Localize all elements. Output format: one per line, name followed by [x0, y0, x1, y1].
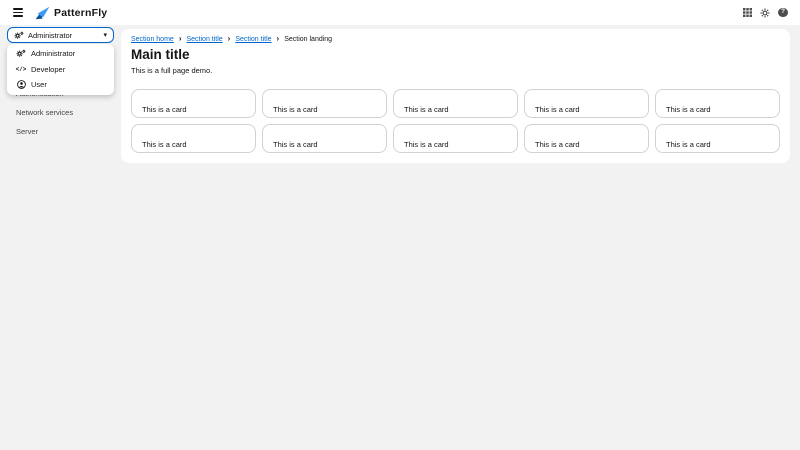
- cogs-icon: [14, 31, 24, 40]
- masthead: PatternFly ?: [0, 0, 800, 25]
- user-icon: [16, 80, 26, 90]
- settings-gear-icon[interactable]: [759, 7, 771, 19]
- brand-name: PatternFly: [54, 6, 108, 19]
- card: This is a card: [262, 124, 387, 153]
- card-title: This is a card: [666, 139, 711, 149]
- menu-item-label: User: [31, 80, 47, 90]
- card-title: This is a card: [404, 104, 449, 114]
- main-content: Section home › Section title › Section t…: [121, 29, 790, 163]
- card: This is a card: [524, 89, 649, 118]
- grid-glyph: [742, 8, 752, 17]
- nav-toggle-button[interactable]: [11, 6, 25, 20]
- card: This is a card: [655, 124, 780, 153]
- app-root: PatternFly ? Authentication: [0, 0, 800, 450]
- gear-glyph: [760, 8, 770, 17]
- breadcrumb-link-section-title-2[interactable]: Section title: [235, 36, 271, 43]
- cogs-icon: [16, 49, 26, 58]
- card-grid: This is a card This is a card This is a …: [131, 89, 780, 153]
- menu-item-developer[interactable]: </> Developer: [7, 62, 114, 78]
- hamburger-icon: [13, 8, 23, 17]
- menu-item-user[interactable]: User: [7, 77, 114, 93]
- card: This is a card: [393, 124, 518, 153]
- card-title: This is a card: [535, 139, 580, 149]
- page-title: Main title: [131, 47, 190, 62]
- card-title: This is a card: [142, 104, 187, 114]
- card: This is a card: [524, 124, 649, 153]
- caret-down-icon: ▾: [103, 31, 107, 39]
- code-icon: </>: [15, 65, 27, 73]
- card: This is a card: [655, 89, 780, 118]
- breadcrumb-link-section-home[interactable]: Section home: [131, 36, 174, 43]
- breadcrumb-separator-icon: ›: [276, 34, 280, 43]
- card-title: This is a card: [142, 139, 187, 149]
- apps-grid-icon[interactable]: [741, 7, 753, 19]
- card-title: This is a card: [273, 104, 318, 114]
- context-selector-menu: Administrator </> Developer User: [7, 44, 114, 95]
- breadcrumb-link-section-title-1[interactable]: Section title: [186, 36, 222, 43]
- breadcrumb-separator-icon: ›: [227, 34, 231, 43]
- card-title: This is a card: [535, 104, 580, 114]
- breadcrumb-separator-icon: ›: [178, 34, 182, 43]
- card-title: This is a card: [666, 104, 711, 114]
- context-selector-value: Administrator: [28, 30, 73, 40]
- breadcrumb-current: Section landing: [284, 35, 333, 43]
- menu-item-label: Developer: [31, 64, 66, 74]
- card: This is a card: [393, 89, 518, 118]
- context-selector-toggle[interactable]: Administrator ▾: [7, 27, 114, 43]
- menu-item-administrator[interactable]: Administrator: [7, 46, 114, 62]
- brand: PatternFly: [35, 6, 107, 20]
- menu-item-label: Administrator: [31, 49, 76, 59]
- patternfly-logo-icon: [35, 6, 50, 19]
- card-title: This is a card: [273, 139, 318, 149]
- question-mark: ?: [781, 8, 785, 16]
- card: This is a card: [262, 89, 387, 118]
- card: This is a card: [131, 89, 256, 118]
- question-circle-glyph: ?: [778, 7, 788, 18]
- card: This is a card: [131, 124, 256, 153]
- page-subtitle: This is a full page demo.: [131, 66, 213, 75]
- breadcrumb: Section home › Section title › Section t…: [131, 35, 332, 43]
- sidebar-item-server[interactable]: Server: [0, 122, 121, 141]
- sidebar-item-network-services[interactable]: Network services: [0, 103, 121, 122]
- card-title: This is a card: [404, 139, 449, 149]
- help-icon[interactable]: ?: [777, 7, 789, 19]
